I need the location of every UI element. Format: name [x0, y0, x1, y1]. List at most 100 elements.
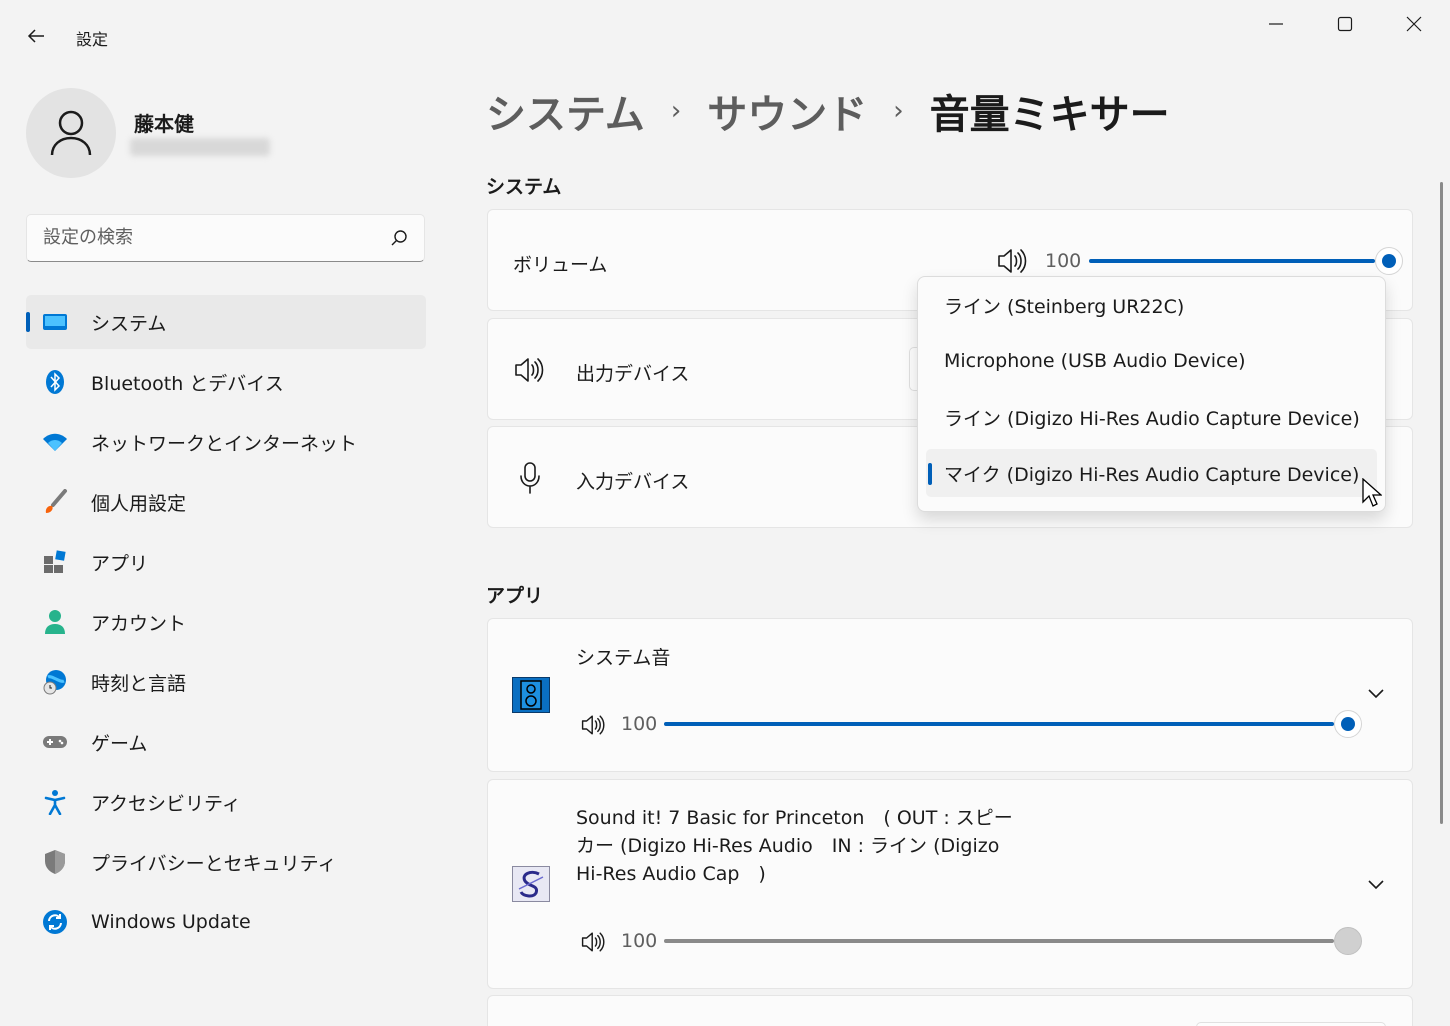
- search-input[interactable]: [43, 227, 373, 248]
- app-name: Sound it! 7 Basic for Princeton ( OUT : …: [576, 804, 1013, 888]
- sidebar-item-gaming[interactable]: ゲーム: [26, 715, 426, 769]
- system-icon: [42, 309, 68, 335]
- volume-slider-thumb[interactable]: [1375, 247, 1403, 275]
- app-name: システム音: [576, 647, 671, 669]
- app-name-line: Hi-Res Audio Cap ): [576, 863, 766, 885]
- section-title-system: システム: [486, 176, 562, 198]
- sidebar-item-label: ネットワークとインターネット: [91, 432, 358, 455]
- selected-indicator: [928, 463, 932, 485]
- sidebar-item-label: アカウント: [91, 612, 187, 635]
- user-name: 藤本健: [134, 112, 194, 136]
- page-title: 音量ミキサー: [929, 92, 1170, 138]
- minimize-icon: [1269, 23, 1283, 25]
- dropdown-option-label: Microphone (USB Audio Device): [944, 350, 1246, 372]
- update-icon: [42, 909, 68, 935]
- mouse-cursor-icon: [1362, 477, 1383, 512]
- sidebar-item-label: 個人用設定: [91, 492, 187, 515]
- dropdown-option-selected[interactable]: マイク (Digizo Hi-Res Audio Capture Device): [926, 449, 1377, 497]
- sidebar-item-label: プライバシーとセキュリティ: [91, 852, 337, 875]
- app-card-partial: [487, 995, 1413, 1026]
- sound-it-app-icon: [512, 866, 550, 902]
- app-name-line: Sound it! 7 Basic for Princeton ( OUT : …: [576, 807, 1013, 829]
- apps-icon: [42, 549, 68, 575]
- chevron-down-icon[interactable]: [1367, 687, 1385, 699]
- volume-value: 100: [1045, 250, 1082, 272]
- title-bar: 設定: [0, 0, 1450, 70]
- input-device-label: 入力デバイス: [576, 471, 690, 493]
- accessibility-icon: [42, 789, 68, 815]
- sidebar-item-label: アクセシビリティ: [91, 792, 241, 815]
- microphone-icon: [518, 461, 542, 495]
- chevron-down-icon[interactable]: [1367, 878, 1385, 890]
- app-volume-slider-thumb[interactable]: [1334, 927, 1362, 955]
- wifi-icon: [42, 429, 68, 455]
- section-title-apps: アプリ: [486, 585, 544, 607]
- back-button[interactable]: [20, 20, 52, 52]
- close-button[interactable]: [1380, 0, 1448, 48]
- sidebar-item-accounts[interactable]: アカウント: [26, 595, 426, 649]
- dropdown-option[interactable]: ライン (Steinberg UR22C): [926, 281, 1377, 329]
- app-volume-slider-track[interactable]: [664, 939, 1334, 943]
- sidebar-item-label: アプリ: [91, 552, 149, 575]
- window-title: 設定: [76, 30, 109, 49]
- back-arrow-icon: [27, 29, 44, 43]
- main-scrollbar[interactable]: [1440, 182, 1443, 824]
- sidebar-item-personalization[interactable]: 個人用設定: [26, 475, 426, 529]
- account-icon: [42, 609, 68, 635]
- sidebar-item-time-language[interactable]: 時刻と言語: [26, 655, 426, 709]
- breadcrumb-sound[interactable]: サウンド: [707, 82, 867, 140]
- output-device-label: 出力デバイス: [576, 363, 690, 385]
- speaker-icon[interactable]: [996, 246, 1028, 276]
- dropdown-option[interactable]: ライン (Digizo Hi-Res Audio Capture Device): [926, 393, 1377, 441]
- dropdown-option[interactable]: Microphone (USB Audio Device): [926, 337, 1377, 385]
- close-icon: [1406, 16, 1422, 32]
- person-icon: [50, 110, 92, 156]
- speaker-icon[interactable]: [580, 713, 606, 737]
- search-icon[interactable]: [390, 229, 408, 247]
- active-indicator: [26, 312, 30, 332]
- avatar[interactable]: [26, 88, 116, 178]
- dropdown-option-label: マイク (Digizo Hi-Res Audio Capture Device): [944, 463, 1360, 486]
- settings-search[interactable]: [26, 214, 425, 262]
- sidebar-item-bluetooth[interactable]: Bluetooth とデバイス: [26, 355, 426, 409]
- dropdown-option-label: ライン (Steinberg UR22C): [944, 295, 1185, 318]
- maximize-button[interactable]: [1311, 0, 1379, 48]
- breadcrumb: システム › サウンド › 音量ミキサー: [486, 82, 1170, 140]
- globe-clock-icon: [42, 669, 68, 695]
- app-card-system-sounds: システム音 100: [487, 618, 1413, 772]
- bluetooth-icon: [42, 369, 68, 395]
- sidebar-item-network[interactable]: ネットワークとインターネット: [26, 415, 426, 469]
- app-card-sound-it: Sound it! 7 Basic for Princeton ( OUT : …: [487, 779, 1413, 989]
- speaker-icon[interactable]: [580, 930, 606, 954]
- sidebar-item-label: 時刻と言語: [91, 672, 187, 695]
- breadcrumb-system[interactable]: システム: [486, 82, 645, 140]
- speaker-icon: [513, 355, 545, 385]
- maximize-icon: [1337, 16, 1353, 32]
- app-volume-value: 100: [621, 930, 658, 952]
- sidebar-item-system[interactable]: システム: [26, 295, 426, 349]
- sidebar-item-windows-update[interactable]: Windows Update: [26, 895, 426, 949]
- app-volume-slider-thumb[interactable]: [1334, 710, 1362, 738]
- app-card-control[interactable]: [1196, 1022, 1386, 1026]
- system-sounds-app-icon: [512, 677, 550, 713]
- app-name-line: カー (Digizo Hi-Res Audio IN : ライン (Digizo: [576, 835, 1000, 857]
- minimize-button[interactable]: [1242, 0, 1310, 48]
- breadcrumb-separator: ›: [893, 96, 904, 126]
- sidebar-item-label: システム: [91, 312, 167, 335]
- input-device-dropdown[interactable]: ライン (Steinberg UR22C) Microphone (USB Au…: [917, 276, 1386, 512]
- user-email-blurred: [130, 138, 270, 156]
- app-volume-value: 100: [621, 713, 658, 735]
- sidebar-item-privacy[interactable]: プライバシーとセキュリティ: [26, 835, 426, 889]
- shield-icon: [42, 849, 68, 875]
- sidebar-item-label: Windows Update: [91, 911, 251, 933]
- app-volume-slider-track[interactable]: [664, 722, 1334, 726]
- sidebar-item-apps[interactable]: アプリ: [26, 535, 426, 589]
- dropdown-option-label: ライン (Digizo Hi-Res Audio Capture Device): [944, 407, 1360, 430]
- sidebar-item-accessibility[interactable]: アクセシビリティ: [26, 775, 426, 829]
- sidebar-item-label: Bluetooth とデバイス: [91, 372, 284, 395]
- sidebar-nav: システム Bluetooth とデバイス ネットワークとインターネット 個人用設…: [26, 295, 426, 955]
- volume-label: ボリューム: [513, 254, 608, 276]
- volume-slider-track[interactable]: [1089, 259, 1375, 263]
- sidebar-item-label: ゲーム: [91, 732, 148, 755]
- breadcrumb-separator: ›: [670, 96, 682, 126]
